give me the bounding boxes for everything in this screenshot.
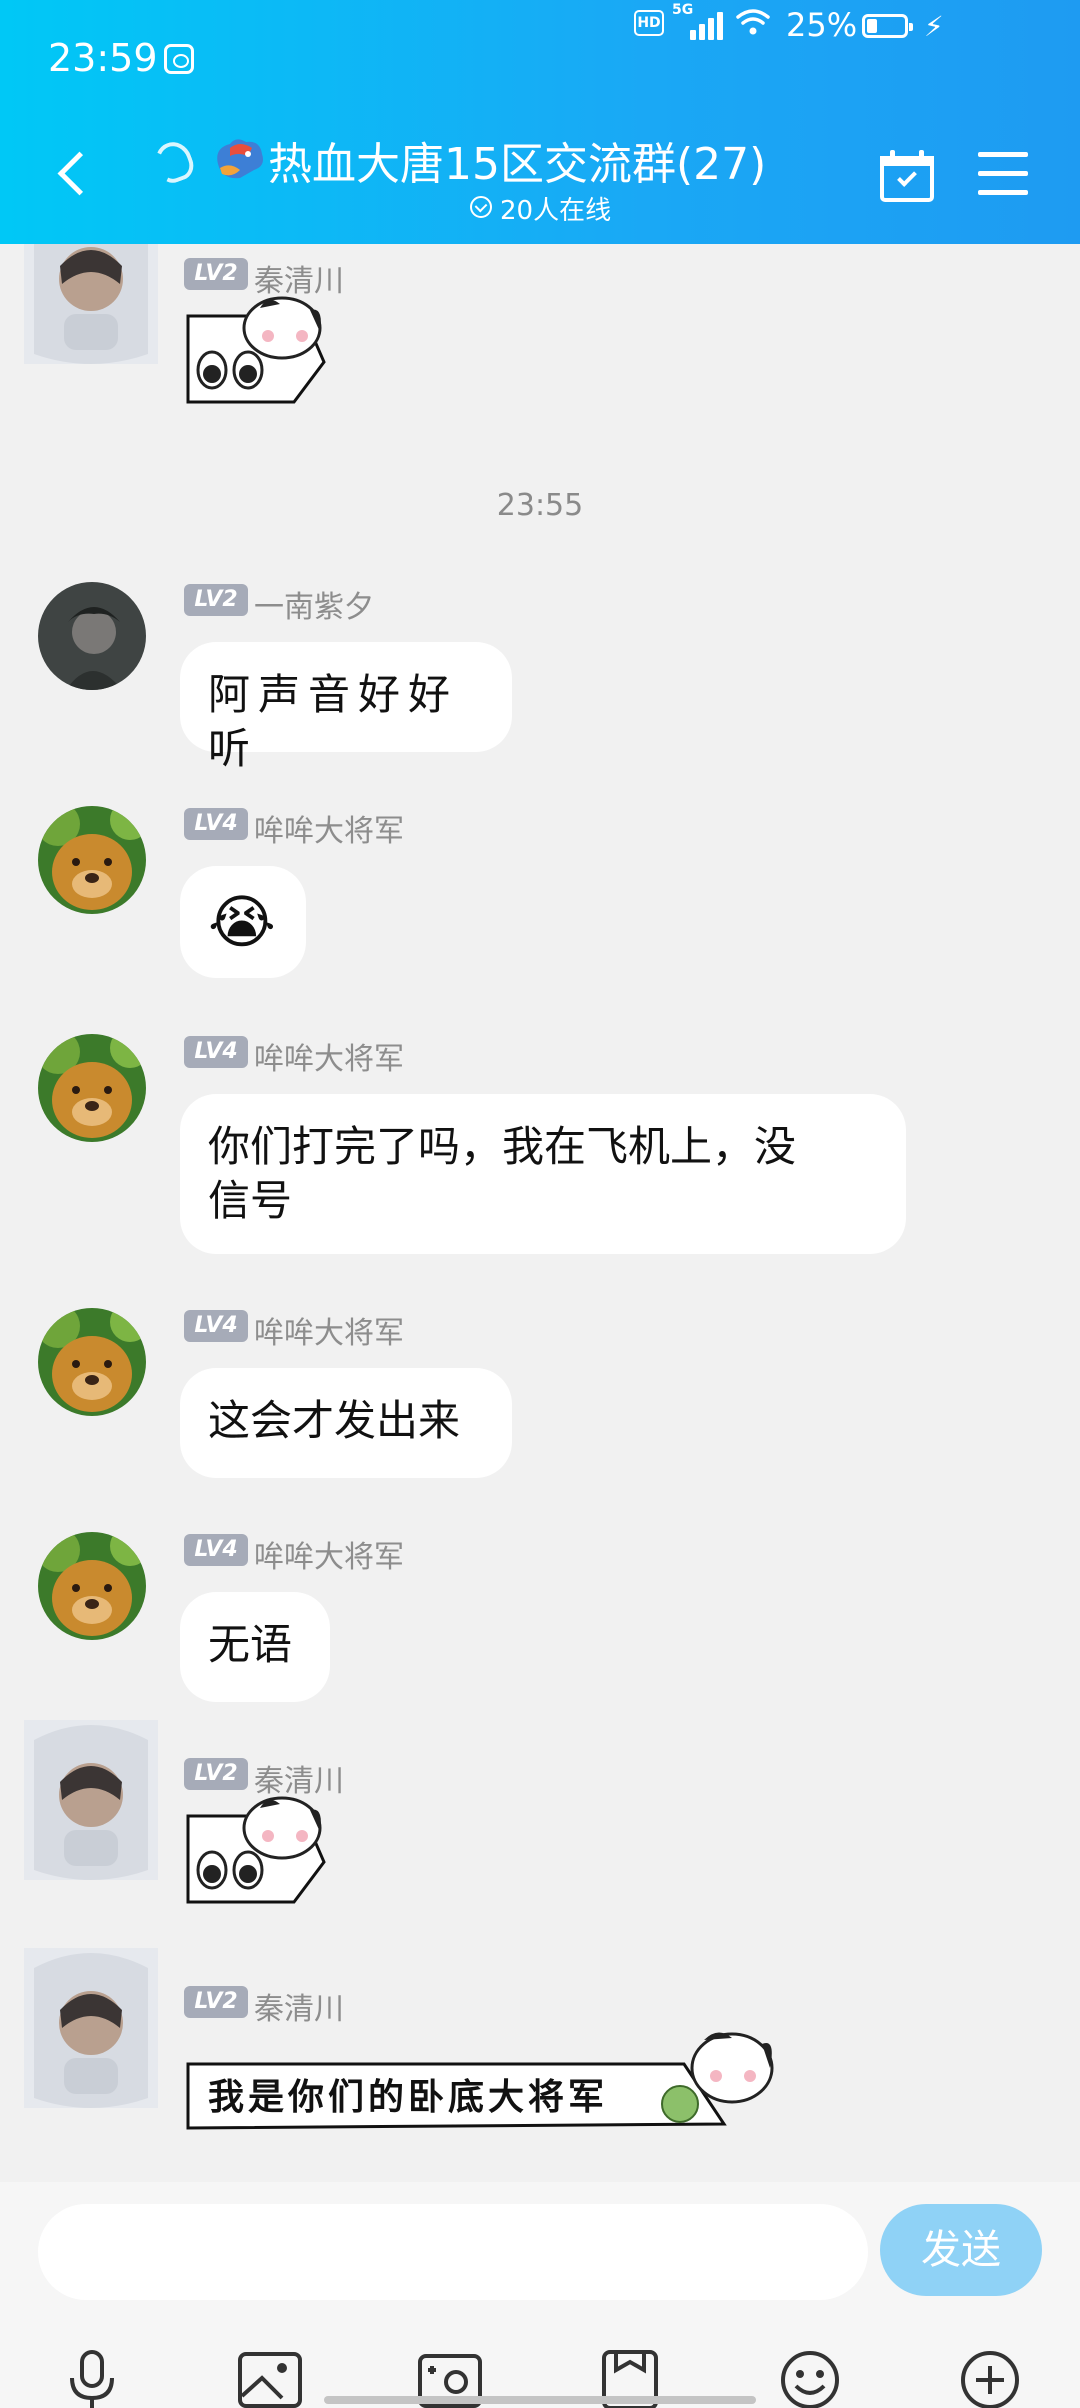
message-bubble[interactable]: 无语 — [180, 1592, 330, 1702]
message-text-line: 你们打完了吗，我在飞机上，没 — [208, 1122, 797, 1171]
avatar[interactable] — [24, 1720, 158, 1880]
level-badge: LV4 — [184, 1310, 248, 1342]
charging-icon: ⚡ — [924, 10, 944, 43]
level-badge: LV2 — [184, 258, 248, 290]
message-text-line: 信号 — [208, 1176, 293, 1225]
avatar[interactable] — [38, 1034, 146, 1142]
level-badge: LV2 — [184, 584, 248, 616]
puppy-sticker[interactable] — [184, 292, 334, 410]
emoji-bubble[interactable]: 😭 — [180, 866, 306, 978]
network-type: 5G — [672, 2, 694, 18]
app-notification-icon — [164, 44, 194, 74]
level-badge: LV4 — [184, 808, 248, 840]
image-icon[interactable] — [238, 2350, 302, 2408]
sender-name[interactable]: 哞哞大将军 — [254, 1034, 404, 1078]
battery-percent: 25% — [786, 6, 858, 44]
signal-icon: 5G — [672, 2, 724, 40]
sender-name[interactable]: 哞哞大将军 — [254, 1532, 404, 1576]
emoji-icon[interactable] — [778, 2350, 842, 2408]
avatar[interactable] — [24, 244, 158, 364]
avatar[interactable] — [38, 1532, 146, 1640]
page-title[interactable]: 热血大唐15区交流群(27) — [268, 128, 766, 192]
hd-icon: HD — [634, 10, 664, 36]
calendar-check-button[interactable] — [880, 150, 934, 202]
sender-name[interactable]: 秦清川 — [254, 1984, 344, 2028]
level-badge: LV2 — [184, 1758, 248, 1790]
send-button[interactable]: 发送 — [880, 2204, 1042, 2296]
ear-icon[interactable] — [150, 137, 198, 187]
message-bubble[interactable]: 这会才发出来 — [180, 1368, 512, 1478]
wifi-icon — [736, 9, 770, 35]
back-button[interactable] — [50, 148, 100, 204]
microphone-icon[interactable] — [60, 2350, 124, 2408]
level-badge: LV2 — [184, 1986, 248, 2018]
sticker-text: 我是你们的卧底大将军 — [208, 2076, 609, 2118]
message-bubble[interactable]: 你们打完了吗，我在飞机上，没 信号 — [180, 1094, 906, 1254]
home-indicator[interactable] — [324, 2396, 756, 2404]
input-area: 发送 — [0, 2182, 1080, 2408]
avatar[interactable] — [38, 1308, 146, 1416]
group-avatar-icon — [217, 139, 263, 179]
avatar[interactable] — [24, 1948, 158, 2108]
message-input[interactable] — [38, 2204, 868, 2300]
avatar[interactable] — [38, 806, 146, 914]
status-bar: 23:59 HD 5G 25% ⚡ — [0, 0, 1080, 124]
online-check-icon — [470, 196, 492, 218]
plus-icon[interactable] — [958, 2350, 1022, 2408]
sender-name[interactable]: 一南紫夕 — [254, 582, 374, 626]
sender-name[interactable]: 哞哞大将军 — [254, 1308, 404, 1352]
message-timestamp: 23:55 — [496, 488, 584, 523]
online-count: 20人在线 — [500, 196, 612, 226]
sender-name[interactable]: 哞哞大将军 — [254, 806, 404, 850]
crying-emoji: 😭 — [208, 888, 276, 956]
avatar[interactable] — [38, 582, 146, 690]
puppy-banner-sticker[interactable]: 我是你们的卧底大将军 — [184, 2024, 774, 2138]
level-badge: LV4 — [184, 1036, 248, 1068]
level-badge: LV4 — [184, 1534, 248, 1566]
status-time: 23:59 — [48, 36, 158, 80]
message-list[interactable]: LV2 秦清川 23:55 LV2 一南紫夕 阿声音好好听 LV4 哞哞大将军 … — [0, 244, 1080, 2182]
battery-icon — [862, 14, 913, 38]
chat-header: 23:59 HD 5G 25% ⚡ 热血大唐15区交流群(27) 20人在线 — [0, 0, 1080, 244]
puppy-sticker[interactable] — [184, 1792, 334, 1910]
message-bubble[interactable]: 阿声音好好听 — [180, 642, 512, 773]
menu-button[interactable] — [978, 152, 1028, 196]
